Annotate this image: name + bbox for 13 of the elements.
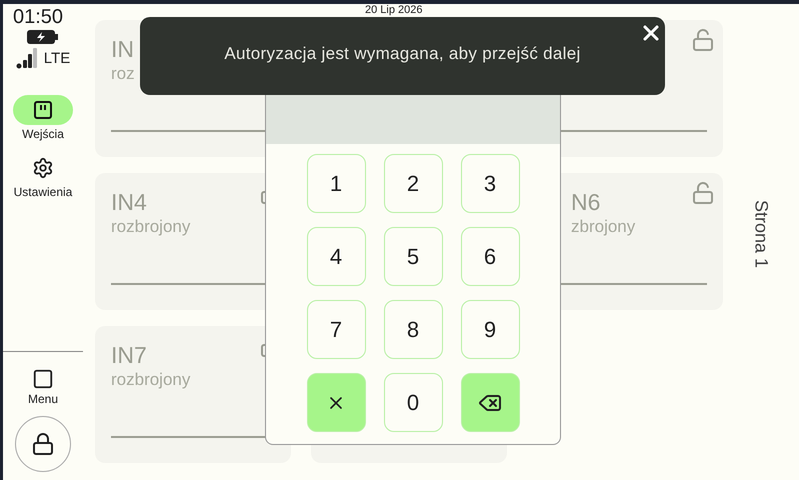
input-name: IN bbox=[111, 35, 134, 64]
input-name: IN7 bbox=[111, 341, 147, 370]
input-status: zbrojony bbox=[571, 217, 636, 237]
date-text: 20 Lip 2026 bbox=[365, 4, 422, 16]
toast-text: Autoryzacja jest wymagana, aby przejść dalej bbox=[224, 44, 581, 64]
network-label: LTE bbox=[44, 50, 70, 66]
input-status: roz bbox=[111, 64, 135, 84]
input-status: rozbrojony bbox=[111, 217, 190, 237]
clock-time: 01:50 bbox=[13, 6, 64, 29]
input-status: rozbrojony bbox=[111, 370, 190, 390]
input-name: N6 bbox=[571, 188, 600, 217]
input-name: IN4 bbox=[111, 188, 147, 217]
page-label: Strona 1 bbox=[750, 200, 772, 268]
